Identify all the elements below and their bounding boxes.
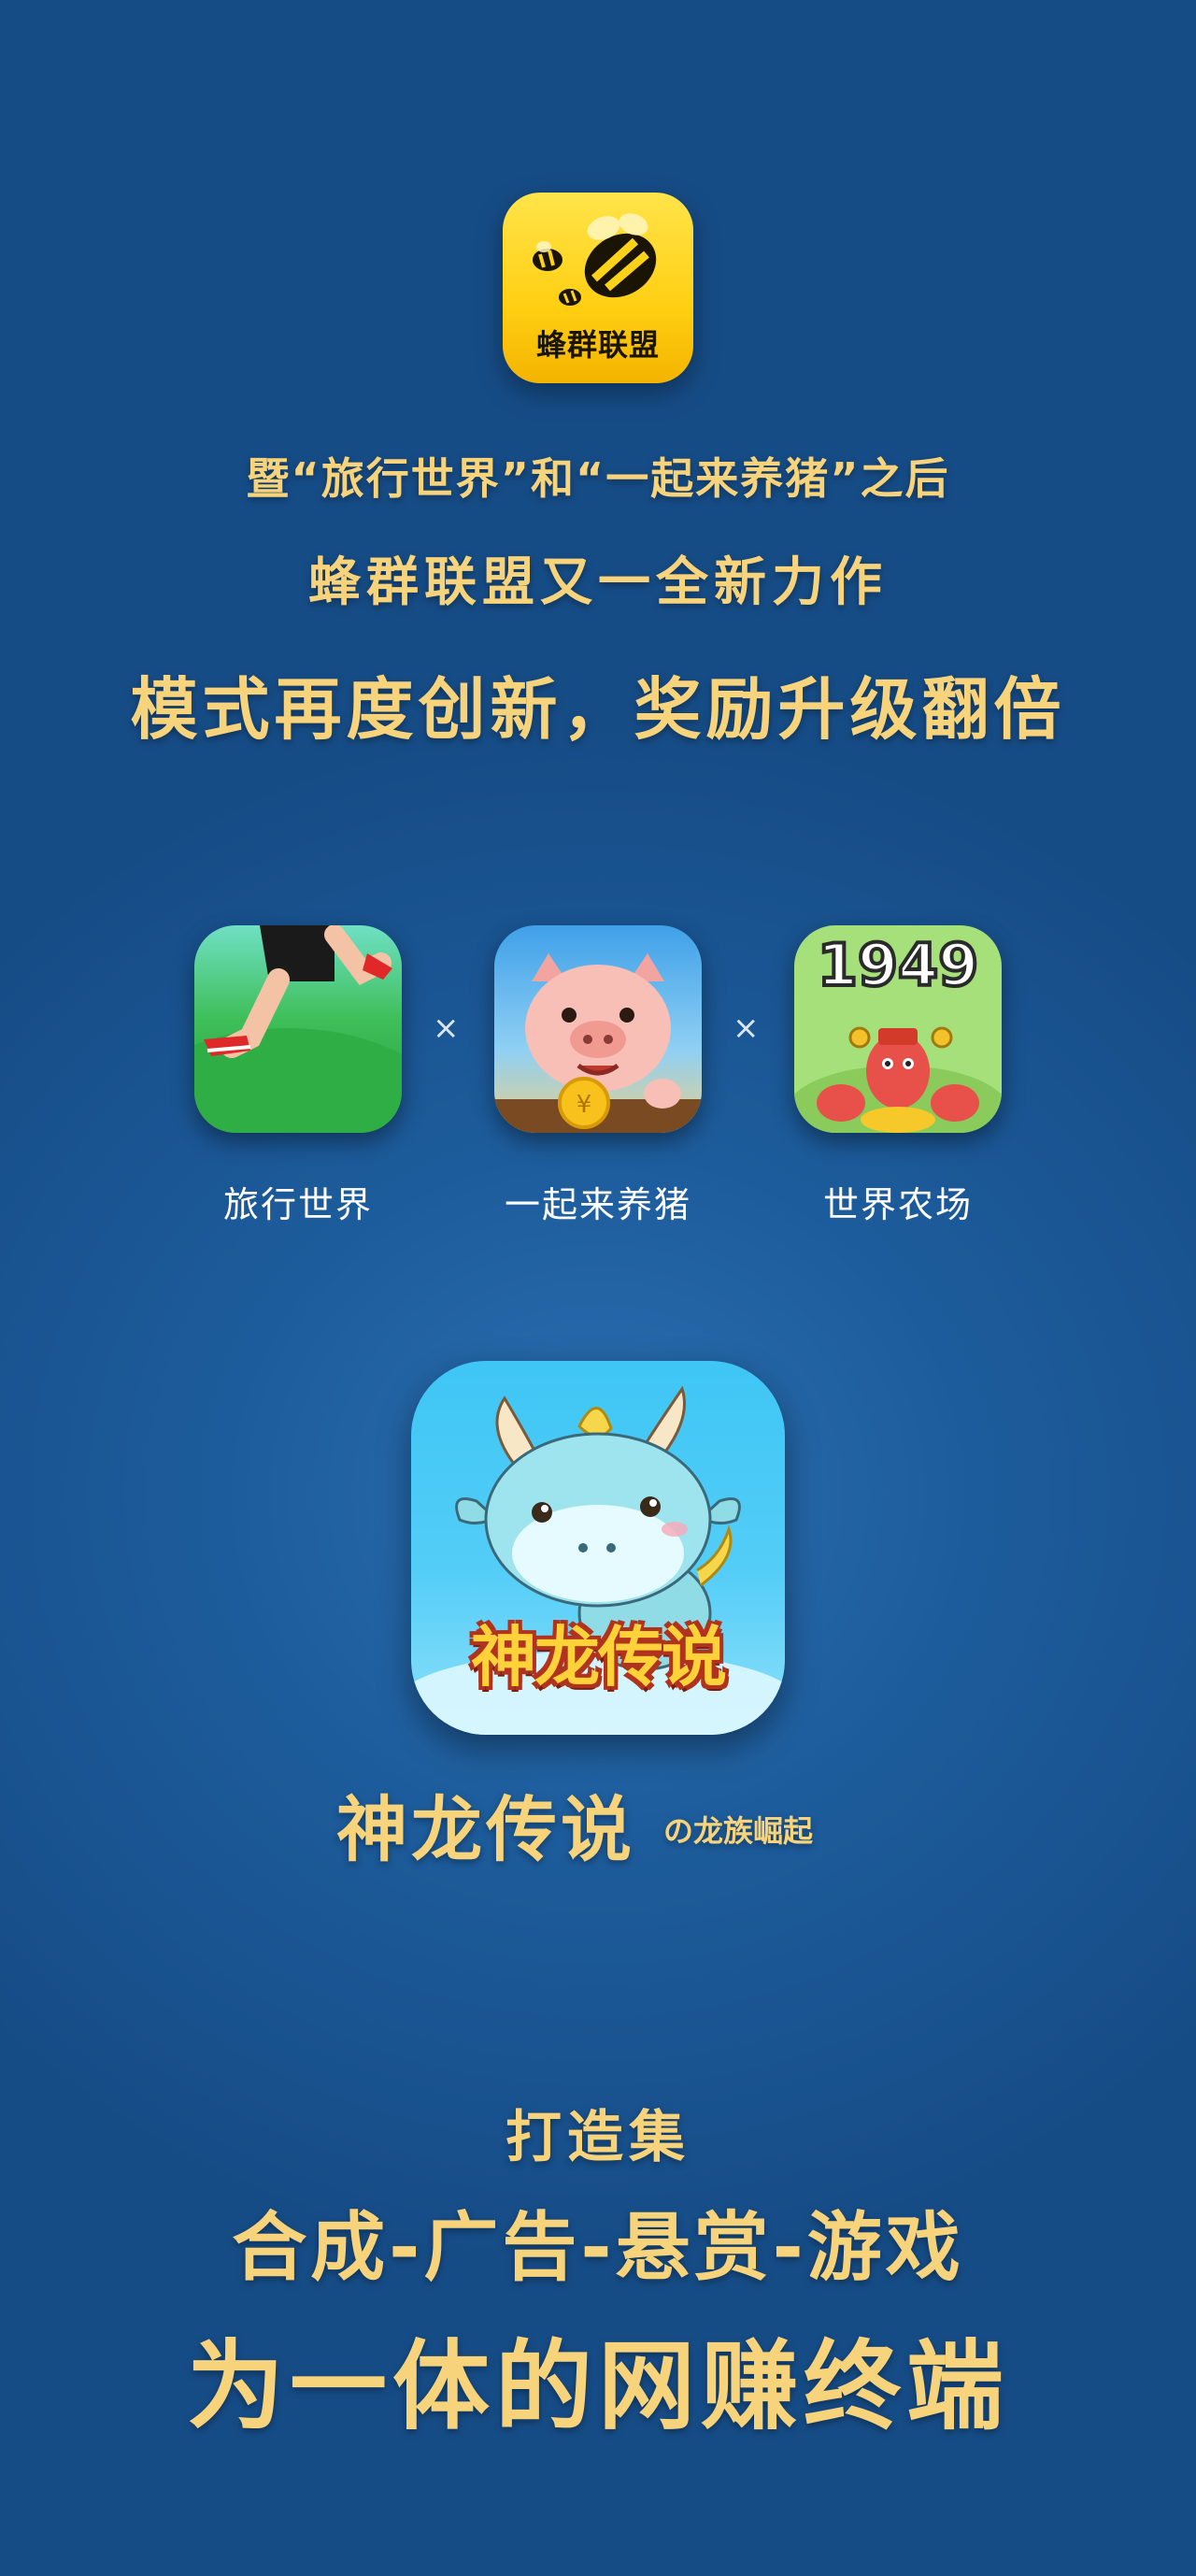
- app-label-world-farm: 世界农场: [822, 1184, 973, 1225]
- bottom-line-2: 合成-广告-悬赏-游戏: [232, 2204, 964, 2291]
- headline-line-1: 暨“旅行世界”和“一起来养猪”之后: [246, 453, 950, 504]
- app-icon-world-farm[interactable]: 1949: [794, 925, 1002, 1133]
- badge-1949: 1949: [818, 931, 979, 999]
- svg-text:¥: ¥: [577, 1091, 592, 1119]
- running-legs-icon: [194, 925, 402, 1133]
- app-icon-raise-pigs[interactable]: ¥: [494, 925, 702, 1133]
- app-label-travel-world: 旅行世界: [222, 1184, 373, 1225]
- app-label-raise-pigs: 一起来养猪: [504, 1184, 691, 1225]
- bottom-line-3: 为一体的网赚终端: [186, 2329, 1009, 2443]
- app-logo: 蜂群联盟: [503, 193, 693, 383]
- times-separator: ×: [433, 1009, 460, 1047]
- featured-app-title: 神龙传说: [336, 1788, 635, 1871]
- headline-line-2: 蜂群联盟又一全新力作: [308, 552, 888, 613]
- dragon-logo-text: 神龙传说: [471, 1619, 727, 1696]
- times-separator: ×: [733, 1009, 760, 1047]
- pig-icon: ¥: [494, 925, 702, 1133]
- logo-text: 蜂群联盟: [535, 327, 660, 363]
- featured-app-icon-dragon[interactable]: 神龙传说: [411, 1361, 785, 1735]
- app-icon-travel-world[interactable]: [194, 925, 402, 1133]
- headline-line-3: 模式再度创新，奖励升级翻倍: [130, 670, 1066, 749]
- bottom-line-1: 打造集: [505, 2105, 691, 2170]
- lobster-1949-icon: 1949: [794, 925, 1002, 1133]
- featured-app-subtitle: の龙族崛起: [663, 1813, 814, 1849]
